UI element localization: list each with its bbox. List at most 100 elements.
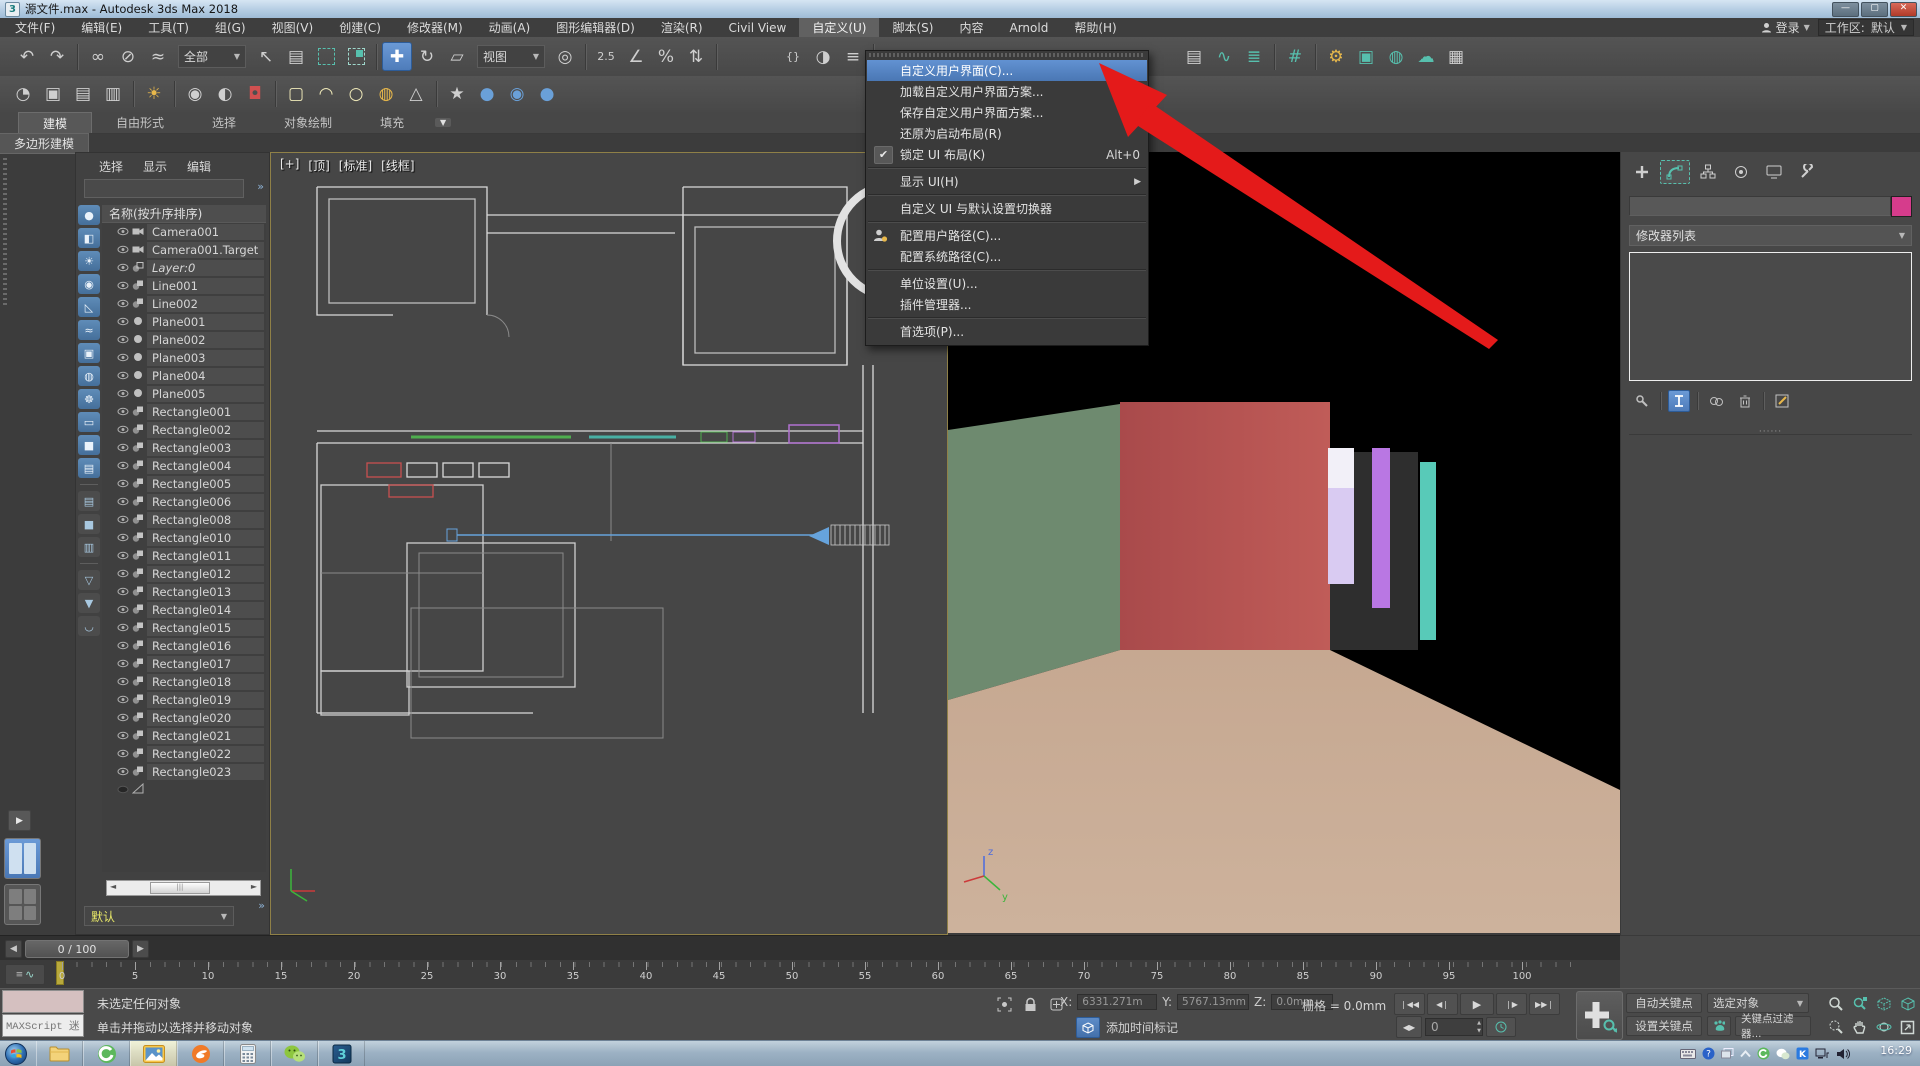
tray-k-app-icon[interactable]: K — [1796, 1047, 1809, 1060]
scene-object-row[interactable]: Camera001 — [102, 223, 266, 241]
zoom-icon[interactable] — [1824, 993, 1847, 1015]
rattan-teapot-icon[interactable]: ◍ — [371, 80, 401, 109]
view-block[interactable]: ■ — [78, 514, 100, 534]
key-filters-button[interactable]: 关键点过滤器... — [1735, 1016, 1811, 1036]
mirror-icon[interactable]: ◑ — [808, 42, 838, 71]
tray-help-icon[interactable]: ? — [1702, 1047, 1715, 1060]
search-expand-icon[interactable]: » — [257, 180, 264, 193]
minimize-button[interactable]: — — [1832, 2, 1859, 17]
menu-文件(F)[interactable]: 文件(F) — [2, 18, 68, 37]
glow-sphere-icon[interactable]: ○ — [341, 80, 371, 109]
glow-box-icon[interactable]: ▢ — [281, 80, 311, 109]
scene-object-row[interactable]: Rectangle012 — [102, 565, 266, 583]
visibility-toggle[interactable] — [117, 657, 129, 671]
select-scale-icon[interactable]: ▱ — [442, 42, 472, 71]
display-images[interactable]: ▣ — [78, 343, 100, 363]
set-key-button[interactable]: 设置关键点 — [1626, 1016, 1702, 1036]
scene-object-row[interactable]: Plane002 — [102, 331, 266, 349]
visibility-toggle[interactable] — [117, 711, 129, 725]
layer-explorer-icon[interactable]: ≣ — [1239, 42, 1269, 71]
scene-object-row[interactable]: Rectangle013 — [102, 583, 266, 601]
visibility-toggle[interactable] — [117, 603, 129, 617]
menu-item[interactable]: ✔锁定 UI 布局(K)Alt+0 — [866, 144, 1148, 165]
tray-window-icon[interactable] — [1721, 1048, 1734, 1059]
angle-snap-icon[interactable]: ∠ — [621, 42, 651, 71]
tab-display[interactable] — [1759, 160, 1789, 184]
visibility-toggle[interactable] — [117, 405, 129, 419]
menu-tearoff-handle[interactable] — [869, 53, 1145, 57]
explorer-menu-编辑[interactable]: 编辑 — [178, 157, 220, 176]
percent-snap-icon[interactable]: % — [651, 42, 681, 71]
viewport-top-view[interactable]: [+][顶][标准][线框] — [270, 152, 948, 935]
explorer-preset-dropdown[interactable]: 默认 ▼ — [84, 906, 234, 926]
isolate-selection-icon[interactable] — [994, 996, 1014, 1013]
ribbon-tab-选择[interactable]: 选择 — [188, 112, 260, 133]
maxscript-mini-listener[interactable]: MAXScript 迷 — [2, 1014, 84, 1037]
maximize-viewport-icon[interactable] — [1896, 1016, 1919, 1038]
next-frame-icon[interactable]: ▶ — [132, 940, 149, 958]
tray-browser-mini-icon[interactable] — [1757, 1047, 1770, 1060]
pick-material-icon[interactable]: ◉ — [502, 80, 532, 109]
selection-set-dropdown[interactable]: 选定对象 ▼ — [1707, 993, 1809, 1013]
scene-object-row[interactable]: Rectangle002 — [102, 421, 266, 439]
rollout-divider[interactable] — [1629, 434, 1912, 435]
zoom-region-icon[interactable] — [1824, 1016, 1847, 1038]
scene-object-row[interactable]: Rectangle003 — [102, 439, 266, 457]
unlink-selection-icon[interactable]: ⊘ — [113, 42, 143, 71]
tab-polygon-modeling[interactable]: 多边形建模 — [0, 133, 89, 154]
scene-object-row[interactable]: Camera001.Target — [102, 241, 266, 259]
scene-object-row[interactable]: Plane005 — [102, 385, 266, 403]
scene-object-row[interactable]: Plane003 — [102, 349, 266, 367]
zoom-extents-all-icon[interactable] — [1896, 993, 1919, 1015]
tray-wechat-mini-icon[interactable] — [1776, 1048, 1790, 1060]
rendered-frame-icon[interactable]: ▣ — [1351, 42, 1381, 71]
tab-create[interactable] — [1627, 160, 1657, 184]
scene-object-row[interactable]: Rectangle019 — [102, 691, 266, 709]
time-tag[interactable]: 添加时间标记 — [1076, 1017, 1178, 1038]
curve-editor-icon[interactable]: ∿ — [1209, 42, 1239, 71]
make-unique-icon[interactable] — [1705, 390, 1727, 412]
menu-item[interactable]: 还原为启动布局(R) — [866, 123, 1148, 144]
taskbar-calculator[interactable] — [224, 1041, 271, 1066]
object-name-field[interactable] — [1629, 196, 1891, 216]
view-document[interactable]: ▤ — [78, 491, 100, 511]
tray-arrow-up-icon[interactable] — [1740, 1050, 1751, 1058]
create-key-button[interactable] — [1576, 991, 1623, 1040]
visibility-toggle[interactable] — [117, 477, 129, 491]
visibility-toggle[interactable] — [117, 297, 129, 311]
visibility-toggle[interactable] — [117, 315, 129, 329]
viewport-menu-general[interactable]: [+] — [280, 157, 299, 174]
display-objects[interactable]: ● — [78, 205, 100, 225]
filter-disabled-icon[interactable]: ▽ — [78, 570, 100, 590]
scene-object-row[interactable]: Rectangle022 — [102, 745, 266, 763]
select-by-name-icon[interactable]: ▤ — [281, 42, 311, 71]
use-pivot-center-icon[interactable]: ◎ — [550, 42, 580, 71]
scene-object-row[interactable]: Line002 — [102, 295, 266, 313]
ribbon-minimize-icon[interactable]: ▼ — [428, 112, 458, 133]
menu-动画(A)[interactable]: 动画(A) — [476, 18, 544, 37]
sign-in-button[interactable]: 登录▼ — [1761, 19, 1810, 36]
select-move-icon[interactable]: ✚ — [382, 42, 412, 71]
configure-modifier-sets-icon[interactable] — [1771, 390, 1793, 412]
scene-object-row[interactable]: Plane001 — [102, 313, 266, 331]
menu-item[interactable]: 单位设置(U)... — [866, 273, 1148, 294]
selection-region-icon[interactable] — [311, 42, 341, 71]
pan-icon[interactable] — [1848, 1016, 1871, 1038]
visibility-toggle[interactable] — [117, 441, 129, 455]
display-shapes[interactable]: ◧ — [78, 228, 100, 248]
current-frame-field[interactable]: 0 ▲▼ — [1425, 1018, 1483, 1036]
taskbar-browser-orange[interactable] — [177, 1041, 224, 1066]
taskbar-browser-360[interactable] — [83, 1041, 130, 1066]
auto-key-button[interactable]: 自动关键点 — [1626, 993, 1702, 1013]
menu-item[interactable]: 首选项(P)... — [866, 321, 1148, 342]
explorer-menu-选择[interactable]: 选择 — [90, 157, 132, 176]
visibility-toggle[interactable] — [117, 261, 129, 275]
glow-dome-icon[interactable]: ◠ — [311, 80, 341, 109]
menu-脚本(S)[interactable]: 脚本(S) — [879, 18, 946, 37]
menu-item[interactable]: 配置系统路径(C)... — [866, 246, 1148, 267]
visibility-toggle[interactable] — [117, 369, 129, 383]
previous-frame-button[interactable]: ◀❘ — [1427, 993, 1458, 1015]
zoom-extents-icon[interactable] — [1872, 993, 1895, 1015]
maxscript-mini-listener-pink[interactable] — [2, 990, 84, 1013]
visibility-toggle[interactable] — [117, 279, 129, 293]
